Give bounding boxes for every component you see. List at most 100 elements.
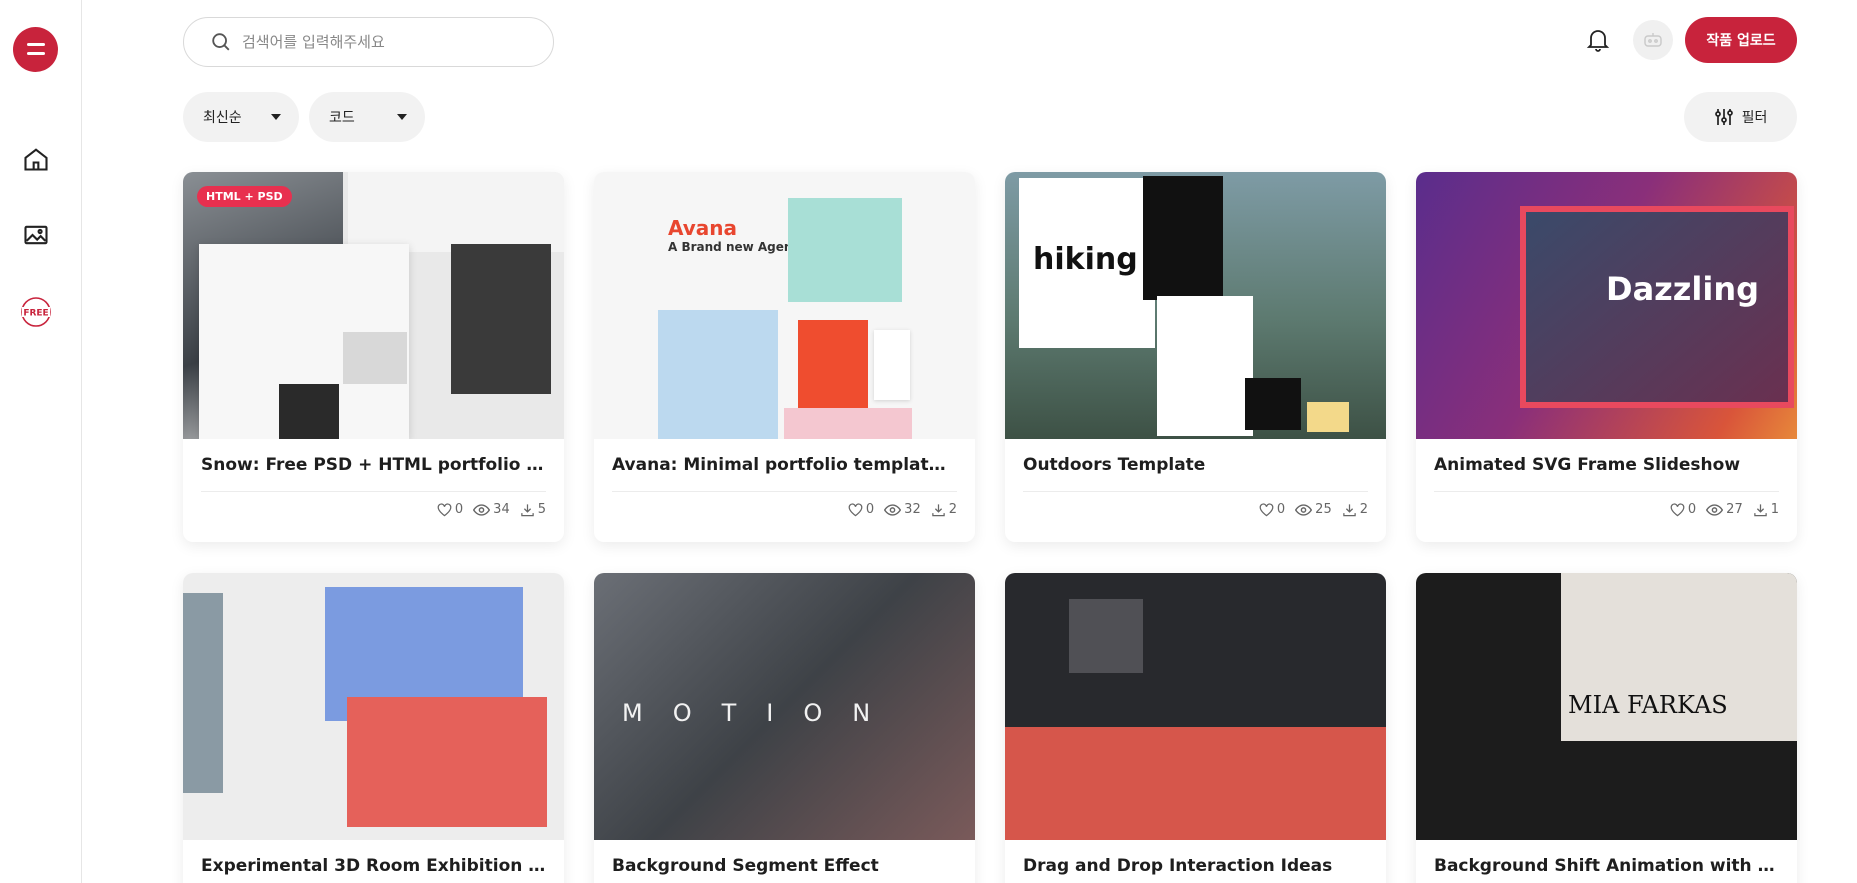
card-thumbnail[interactable]: MIA FARKAS <box>1416 573 1797 840</box>
avatar[interactable] <box>1633 20 1673 60</box>
card-thumbnail[interactable]: HTML + PSD <box>183 172 564 439</box>
category-dropdown[interactable]: 코드 <box>309 92 425 142</box>
sidebar-item-gallery[interactable] <box>18 217 54 253</box>
filter-label: 필터 <box>1741 110 1768 126</box>
sliders-icon <box>1714 109 1733 125</box>
thumb-word: MOTION <box>622 699 901 727</box>
work-card[interactable]: Avana A Brand new Agency. Avana: Minimal… <box>594 172 975 542</box>
eye-icon <box>884 503 902 516</box>
download-count: 2 <box>948 502 957 517</box>
card-thumbnail[interactable]: MOTION <box>594 573 975 840</box>
card-thumbnail[interactable]: Dazzling <box>1416 172 1797 439</box>
download-icon <box>931 503 945 516</box>
heart-icon <box>1259 502 1274 516</box>
card-thumbnail[interactable]: hiking <box>1005 172 1386 439</box>
avatar-icon <box>1644 33 1662 47</box>
sort-dropdown[interactable]: 최신순 <box>183 92 299 142</box>
upload-work-button[interactable]: 작품 업로드 <box>1685 17 1797 63</box>
search-icon <box>212 33 230 51</box>
heart-icon <box>437 502 452 516</box>
card-title[interactable]: Outdoors Template <box>1005 455 1386 475</box>
card-stats: 0 25 2 <box>1005 492 1386 517</box>
thumb-wall-image <box>183 593 223 793</box>
card-stats: 0 27 1 <box>1416 492 1797 517</box>
thumb-panel-white-2 <box>1157 296 1253 436</box>
heart-icon <box>848 502 863 516</box>
sidebar: FREE <box>0 0 82 883</box>
thumb-bag-blue <box>658 310 778 439</box>
thumb-paper <box>874 330 910 400</box>
thumb-heading: Avana <box>668 216 738 240</box>
sidebar-item-home[interactable] <box>18 141 54 177</box>
free-badge-icon: FREE <box>21 297 51 327</box>
download-icon <box>1753 503 1767 516</box>
thumb-pink <box>784 408 912 439</box>
card-title[interactable]: Background Segment Effect <box>594 856 975 876</box>
thumb-card-mint <box>788 198 902 302</box>
notification-button[interactable] <box>1583 25 1613 55</box>
category-label: 코드 <box>329 110 355 126</box>
card-title[interactable]: Drag and Drop Interaction Ideas <box>1005 856 1386 876</box>
like-count: 0 <box>1276 502 1286 517</box>
like-count: 0 <box>1687 502 1697 517</box>
eye-icon <box>473 503 491 516</box>
card-stats: 0 34 5 <box>183 492 564 517</box>
card-thumbnail[interactable] <box>1005 573 1386 840</box>
thumb-panel-black <box>1143 176 1223 300</box>
card-title[interactable]: Avana: Minimal portfolio template for ag… <box>594 455 975 475</box>
work-card[interactable]: hiking Outdoors Template 0 25 2 <box>1005 172 1386 542</box>
card-title[interactable]: Background Shift Animation with CSS clip… <box>1416 856 1797 876</box>
sidebar-item-free[interactable]: FREE <box>18 294 54 330</box>
thumb-poster-orange <box>798 320 868 408</box>
work-card[interactable]: Drag and Drop Interaction Ideas <box>1005 573 1386 883</box>
download-count: 1 <box>1770 502 1779 517</box>
thumb-panel-red <box>347 697 547 827</box>
card-title[interactable]: Experimental 3D Room Exhibition Layout <box>183 856 564 876</box>
home-icon <box>24 148 48 171</box>
download-icon <box>1342 503 1356 516</box>
like-count: 0 <box>865 502 875 517</box>
card-thumbnail[interactable] <box>183 573 564 840</box>
menu-logo-button[interactable] <box>13 27 58 72</box>
download-count: 2 <box>1359 502 1368 517</box>
like-count: 0 <box>454 502 464 517</box>
thumb-panel-black-2 <box>1245 378 1301 430</box>
bell-icon <box>1586 30 1610 52</box>
work-card[interactable]: MOTION Background Segment Effect <box>594 573 975 883</box>
search-box[interactable] <box>183 17 554 67</box>
view-count: 32 <box>904 502 921 517</box>
thumb-drop-zone <box>1005 727 1386 840</box>
eye-icon <box>1295 503 1313 516</box>
work-card[interactable]: MIA FARKAS Background Shift Animation wi… <box>1416 573 1797 883</box>
view-count: 25 <box>1315 502 1332 517</box>
thumb-tile-active <box>1069 599 1143 673</box>
thumb-mockup-dark <box>451 244 551 394</box>
work-card[interactable]: Experimental 3D Room Exhibition Layout <box>183 573 564 883</box>
card-stats: 0 32 2 <box>594 492 975 517</box>
card-thumbnail[interactable]: Avana A Brand new Agency. <box>594 172 975 439</box>
chevron-down-icon <box>271 114 281 120</box>
thumb-tile-dark <box>279 384 339 439</box>
image-icon <box>24 225 48 245</box>
work-card[interactable]: Dazzling Animated SVG Frame Slideshow 0 … <box>1416 172 1797 542</box>
search-input[interactable] <box>242 33 532 51</box>
work-card[interactable]: HTML + PSD Snow: Free PSD + HTML portfol… <box>183 172 564 542</box>
sort-label: 최신순 <box>203 110 242 126</box>
thumb-word: hiking <box>1033 242 1138 277</box>
thumb-word: MIA FARKAS <box>1568 691 1728 719</box>
thumb-header-panel <box>348 172 564 252</box>
view-count: 34 <box>493 502 510 517</box>
svg-text:FREE: FREE <box>23 309 48 319</box>
download-count: 5 <box>537 502 546 517</box>
menu-icon <box>26 43 45 46</box>
card-title[interactable]: Animated SVG Frame Slideshow <box>1416 455 1797 475</box>
card-title[interactable]: Snow: Free PSD + HTML portfolio template <box>183 455 564 475</box>
heart-icon <box>1670 502 1685 516</box>
thumb-tile-grey <box>343 332 407 384</box>
view-count: 27 <box>1726 502 1743 517</box>
thumb-word: Dazzling <box>1606 270 1760 308</box>
filter-button[interactable]: 필터 <box>1684 92 1797 142</box>
format-tag: HTML + PSD <box>197 186 292 207</box>
download-icon <box>520 503 534 516</box>
menu-icon-bar <box>26 52 45 55</box>
